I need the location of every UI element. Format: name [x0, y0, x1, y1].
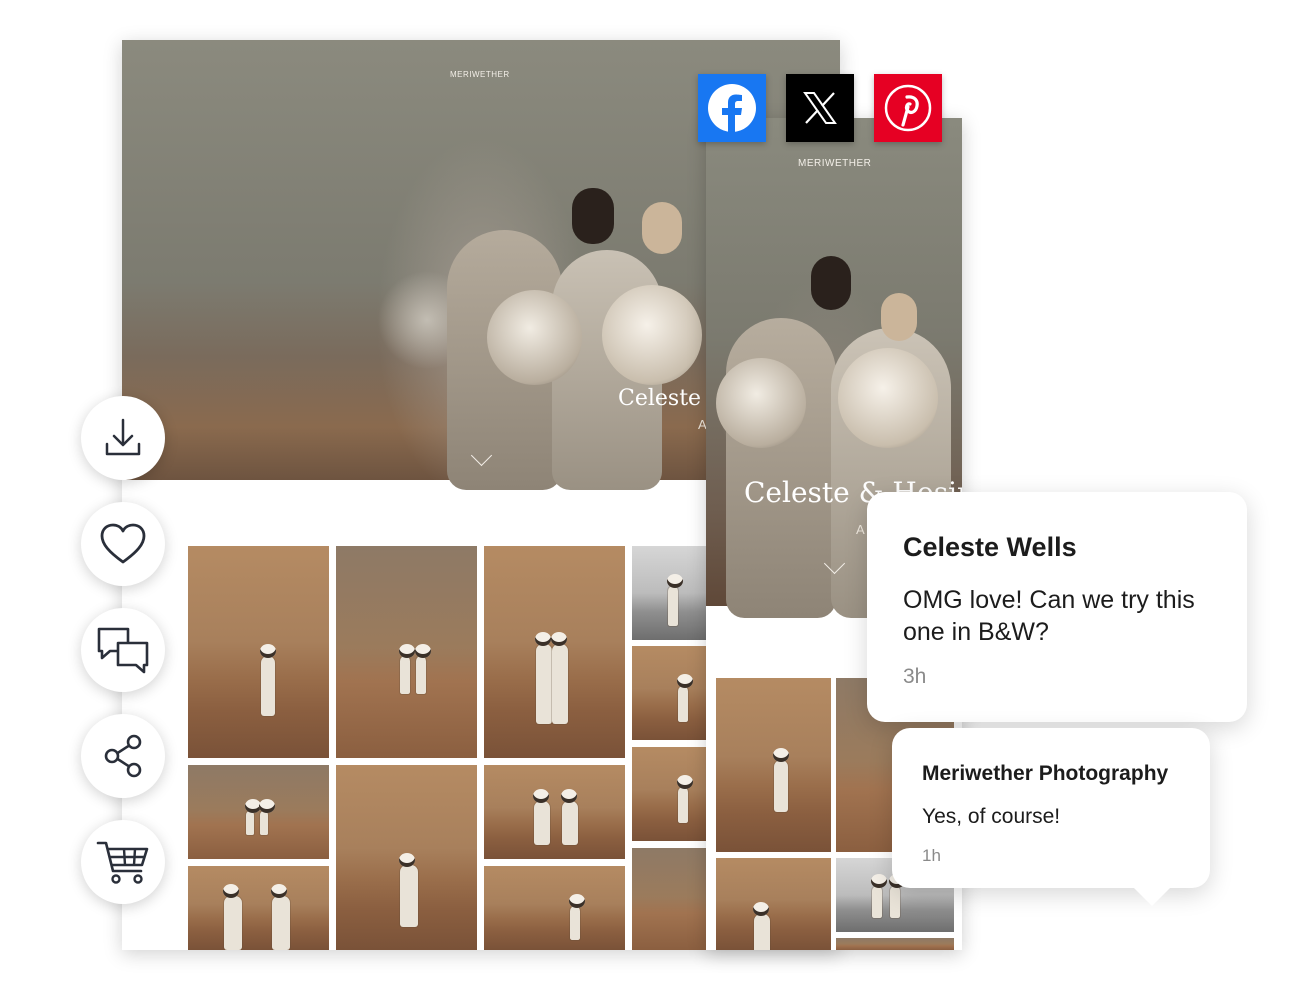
- cart-button[interactable]: [81, 820, 165, 904]
- reply-time: 1h: [922, 846, 941, 865]
- favorite-button[interactable]: [81, 502, 165, 586]
- gallery-photo[interactable]: [716, 858, 831, 950]
- gallery-photo[interactable]: [336, 546, 477, 758]
- bubble-tail: [1134, 888, 1170, 906]
- gallery-photo[interactable]: [188, 866, 329, 950]
- download-button[interactable]: [81, 396, 165, 480]
- gallery-photo[interactable]: [336, 765, 477, 950]
- facebook-share-button[interactable]: [698, 74, 766, 142]
- gallery-photo[interactable]: [188, 765, 329, 859]
- brand-logo: MERIWETHER: [450, 70, 510, 79]
- pinterest-share-button[interactable]: [874, 74, 942, 142]
- gallery-photo[interactable]: [188, 546, 329, 758]
- comment-time: 3h: [903, 665, 927, 688]
- gallery-photo[interactable]: [632, 747, 712, 841]
- comment-bubble: Celeste Wells OMG love! Can we try this …: [867, 492, 1247, 722]
- gallery-photo[interactable]: [484, 866, 625, 950]
- head: [642, 202, 682, 254]
- gallery-subtitle: A: [856, 522, 866, 537]
- comments-icon: [97, 627, 149, 674]
- share-button[interactable]: [81, 714, 165, 798]
- comment-text: OMG love! Can we try this one in B&W?: [903, 586, 1195, 646]
- gallery-photo[interactable]: [716, 678, 831, 852]
- helmet: [602, 285, 702, 385]
- gallery-photo[interactable]: [632, 646, 712, 740]
- download-icon: [105, 418, 141, 456]
- head: [881, 293, 917, 341]
- reply-text: Yes, of course!: [922, 805, 1061, 828]
- gallery-photo[interactable]: [632, 848, 712, 950]
- x-share-button[interactable]: [786, 74, 854, 142]
- gallery-photo[interactable]: [484, 765, 625, 859]
- share-icon: [104, 734, 142, 778]
- helmet: [487, 290, 582, 385]
- reply-author: Meriwether Photography: [922, 762, 1169, 785]
- comment-author: Celeste Wells: [903, 532, 1077, 562]
- gallery-photo[interactable]: [632, 546, 712, 640]
- gallery-photo[interactable]: [484, 546, 625, 758]
- head: [811, 256, 851, 310]
- pinterest-icon: [884, 84, 932, 132]
- brand-logo: MERIWETHER: [798, 158, 872, 169]
- cart-icon: [96, 841, 149, 884]
- head: [572, 188, 614, 244]
- helmet: [716, 358, 806, 448]
- heart-icon: [100, 523, 146, 564]
- comments-button[interactable]: [81, 608, 165, 692]
- x-icon: [803, 92, 837, 124]
- gallery-photo[interactable]: [836, 938, 954, 950]
- reply-bubble: Meriwether Photography Yes, of course! 1…: [892, 728, 1210, 906]
- helmet: [838, 348, 938, 448]
- facebook-icon: [708, 84, 756, 132]
